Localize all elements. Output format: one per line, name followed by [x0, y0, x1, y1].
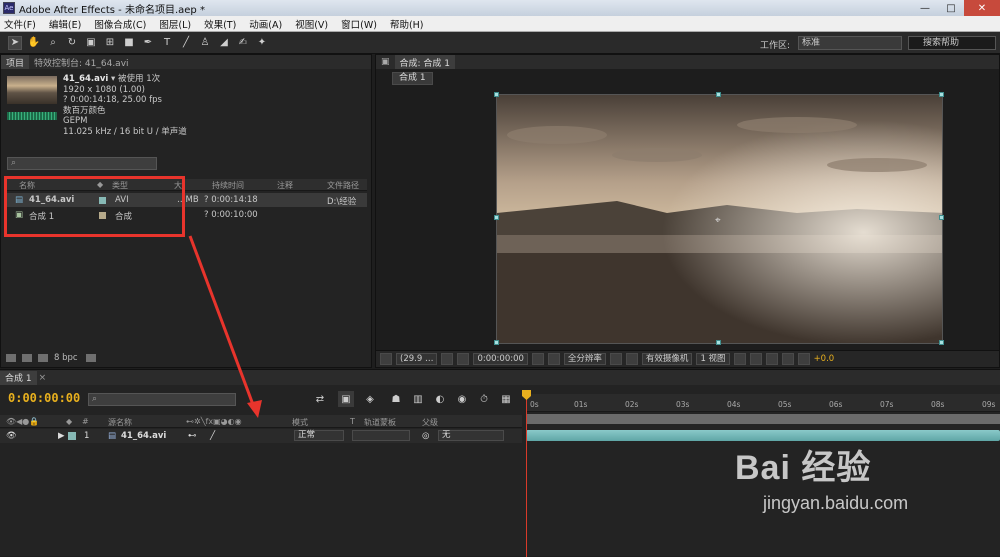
baidu-jingyan-watermark: Bai 经验 jingyan.baidu.com [735, 440, 908, 514]
watermark-url: jingyan.baidu.com [763, 493, 909, 513]
arrow-line [188, 235, 257, 411]
arrow-head [247, 400, 262, 418]
watermark-brand: Bai 经验 [735, 449, 872, 487]
